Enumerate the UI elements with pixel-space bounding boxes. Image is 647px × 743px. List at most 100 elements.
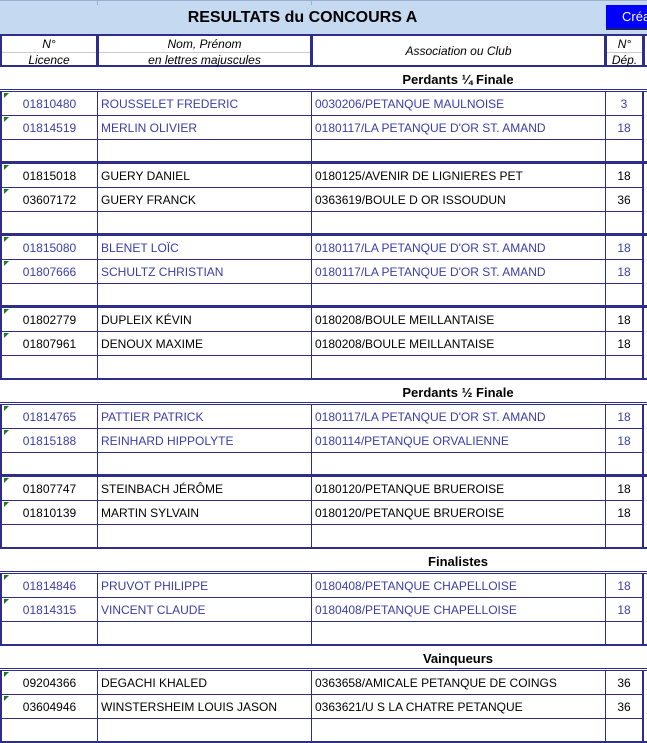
name-cell[interactable]: STEINBACH JÉRÔME — [97, 477, 311, 501]
name-cell[interactable]: DENOUX MAXIME — [97, 332, 311, 356]
dep-cell[interactable]: 18 — [605, 308, 643, 332]
extra-column-cell[interactable] — [643, 116, 647, 140]
club-cell[interactable]: 0180120/PETANQUE BRUEROISE — [311, 501, 605, 525]
extra-column-cell[interactable] — [643, 188, 647, 212]
extra-column-cell[interactable] — [643, 695, 647, 719]
dep-cell[interactable] — [605, 719, 643, 743]
club-cell[interactable]: 0180117/LA PETANQUE D'OR ST. AMAND — [311, 405, 605, 429]
licence-cell[interactable]: 01815018 — [0, 164, 97, 188]
name-cell[interactable]: MERLIN OLIVIER — [97, 116, 311, 140]
name-cell[interactable] — [97, 719, 311, 743]
dep-cell[interactable]: 18 — [605, 236, 643, 260]
licence-cell[interactable]: 01810480 — [0, 92, 97, 116]
licence-cell[interactable]: 01815080 — [0, 236, 97, 260]
extra-column-cell[interactable] — [643, 598, 647, 622]
dep-cell[interactable]: 36 — [605, 671, 643, 695]
extra-column-cell[interactable] — [643, 477, 647, 501]
extra-column-cell[interactable] — [643, 332, 647, 356]
name-cell[interactable]: GUERY DANIEL — [97, 164, 311, 188]
name-cell[interactable]: BLENET LOÏC — [97, 236, 311, 260]
club-cell[interactable]: 0180120/PETANQUE BRUEROISE — [311, 477, 605, 501]
extra-column-cell[interactable] — [643, 501, 647, 525]
club-cell[interactable]: 0180408/PETANQUE CHAPELLOISE — [311, 574, 605, 598]
licence-cell[interactable]: 01807747 — [0, 477, 97, 501]
licence-cell[interactable]: 01815188 — [0, 429, 97, 453]
extra-column-cell[interactable] — [643, 405, 647, 429]
name-cell[interactable]: VINCENT CLAUDE — [97, 598, 311, 622]
licence-cell[interactable]: 01814315 — [0, 598, 97, 622]
club-cell[interactable]: 0363619/BOULE D OR ISSOUDUN — [311, 188, 605, 212]
licence-cell[interactable] — [0, 525, 97, 549]
extra-column-cell[interactable] — [643, 671, 647, 695]
club-cell[interactable]: 0180408/PETANQUE CHAPELLOISE — [311, 598, 605, 622]
licence-cell[interactable]: 03604946 — [0, 695, 97, 719]
club-cell[interactable]: 0180208/BOULE MEILLANTAISE — [311, 308, 605, 332]
licence-cell[interactable]: 01802779 — [0, 308, 97, 332]
licence-cell[interactable]: 01814519 — [0, 116, 97, 140]
name-cell[interactable] — [97, 622, 311, 646]
licence-cell[interactable]: 01807666 — [0, 260, 97, 284]
name-cell[interactable]: DEGACHI KHALED — [97, 671, 311, 695]
club-cell[interactable]: 0363621/U S LA CHATRE PETANQUE — [311, 695, 605, 719]
club-cell[interactable] — [311, 356, 605, 380]
club-cell[interactable]: 0363658/AMICALE PETANQUE DE COINGS — [311, 671, 605, 695]
name-cell[interactable]: PATTIER PATRICK — [97, 405, 311, 429]
club-cell[interactable]: 0180114/PETANQUE ORVALIENNE — [311, 429, 605, 453]
dep-cell[interactable]: 18 — [605, 405, 643, 429]
extra-column-cell[interactable] — [643, 525, 647, 549]
dep-cell[interactable] — [605, 525, 643, 549]
extra-column-cell[interactable] — [643, 719, 647, 743]
club-cell[interactable] — [311, 525, 605, 549]
licence-cell[interactable] — [0, 622, 97, 646]
extra-column-cell[interactable] — [643, 356, 647, 380]
dep-cell[interactable]: 18 — [605, 260, 643, 284]
extra-column-cell[interactable] — [643, 260, 647, 284]
dep-cell[interactable]: 18 — [605, 598, 643, 622]
name-cell[interactable] — [97, 356, 311, 380]
extra-column-cell[interactable] — [643, 622, 647, 646]
dep-cell[interactable]: 3 — [605, 92, 643, 116]
dep-cell[interactable]: 18 — [605, 429, 643, 453]
dep-cell[interactable] — [605, 622, 643, 646]
create-button[interactable]: Créa — [606, 5, 647, 30]
dep-cell[interactable]: 18 — [605, 332, 643, 356]
licence-cell[interactable]: 09204366 — [0, 671, 97, 695]
dep-cell[interactable]: 36 — [605, 188, 643, 212]
dep-cell[interactable]: 18 — [605, 164, 643, 188]
club-cell[interactable]: 0180117/LA PETANQUE D'OR ST. AMAND — [311, 116, 605, 140]
licence-cell[interactable]: 01810139 — [0, 501, 97, 525]
dep-cell[interactable]: 18 — [605, 574, 643, 598]
dep-cell[interactable]: 18 — [605, 116, 643, 140]
extra-column-cell[interactable] — [643, 429, 647, 453]
licence-cell[interactable] — [0, 356, 97, 380]
club-cell[interactable]: 0180208/BOULE MEILLANTAISE — [311, 332, 605, 356]
name-cell[interactable]: PRUVOT PHILIPPE — [97, 574, 311, 598]
dep-cell[interactable]: 36 — [605, 695, 643, 719]
licence-cell[interactable] — [0, 719, 97, 743]
club-cell[interactable] — [311, 719, 605, 743]
dep-cell[interactable]: 18 — [605, 477, 643, 501]
name-cell[interactable]: WINSTERSHEIM LOUIS JASON — [97, 695, 311, 719]
name-cell[interactable]: SCHULTZ CHRISTIAN — [97, 260, 311, 284]
extra-column-cell[interactable] — [643, 308, 647, 332]
name-cell[interactable]: DUPLEIX KÉVIN — [97, 308, 311, 332]
extra-column-cell[interactable] — [643, 574, 647, 598]
club-cell[interactable]: 0180117/LA PETANQUE D'OR ST. AMAND — [311, 260, 605, 284]
club-cell[interactable]: 0030206/PETANQUE MAULNOISE — [311, 92, 605, 116]
name-cell[interactable] — [97, 525, 311, 549]
extra-column-cell[interactable] — [643, 92, 647, 116]
licence-cell[interactable]: 01814846 — [0, 574, 97, 598]
extra-column-cell[interactable] — [643, 164, 647, 188]
dep-cell[interactable]: 18 — [605, 501, 643, 525]
club-cell[interactable]: 0180117/LA PETANQUE D'OR ST. AMAND — [311, 236, 605, 260]
club-cell[interactable]: 0180125/AVENIR DE LIGNIERES PET — [311, 164, 605, 188]
dep-cell[interactable] — [605, 356, 643, 380]
extra-column-cell[interactable] — [643, 236, 647, 260]
club-cell[interactable] — [311, 622, 605, 646]
licence-cell[interactable]: 01807961 — [0, 332, 97, 356]
name-cell[interactable]: REINHARD HIPPOLYTE — [97, 429, 311, 453]
licence-cell[interactable]: 01814765 — [0, 405, 97, 429]
name-cell[interactable]: MARTIN SYLVAIN — [97, 501, 311, 525]
licence-cell[interactable]: 03607172 — [0, 188, 97, 212]
name-cell[interactable]: ROUSSELET FREDERIC — [97, 92, 311, 116]
